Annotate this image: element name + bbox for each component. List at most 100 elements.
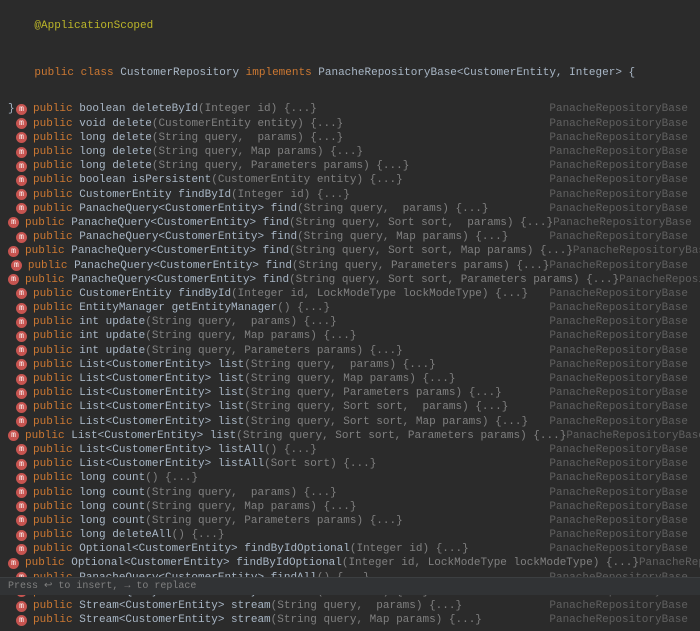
method-row[interactable]: mpublic EntityManager getEntityManager()…	[6, 301, 694, 315]
fold-marker[interactable]: {...}	[317, 330, 357, 342]
override-method-icon[interactable]: m	[16, 232, 27, 243]
method-row[interactable]: mpublic List<CustomerEntity> listAll(Sor…	[6, 457, 694, 471]
method-row[interactable]: mpublic void delete(CustomerEntity entit…	[6, 117, 694, 131]
method-row[interactable]: }mpublic boolean deleteById(Integer id) …	[6, 102, 694, 116]
override-method-icon[interactable]: m	[16, 515, 27, 526]
code-editor[interactable]: @ApplicationScoped public class Customer…	[0, 0, 700, 631]
override-method-icon[interactable]: m	[16, 288, 27, 299]
override-method-icon[interactable]: m	[16, 374, 27, 385]
override-method-icon[interactable]: m	[8, 558, 19, 569]
override-method-icon[interactable]: m	[16, 189, 27, 200]
override-method-icon[interactable]: m	[16, 459, 27, 470]
fold-marker[interactable]: {...}	[489, 288, 529, 300]
override-method-icon[interactable]: m	[16, 331, 27, 342]
fold-marker[interactable]: {...}	[277, 444, 317, 456]
override-method-icon[interactable]: m	[16, 615, 27, 626]
fold-marker[interactable]: {...}	[429, 543, 469, 555]
override-method-icon[interactable]: m	[16, 161, 27, 172]
override-method-icon[interactable]: m	[16, 303, 27, 314]
override-method-icon[interactable]: m	[16, 402, 27, 413]
method-row[interactable]: mpublic long delete(String query, params…	[6, 131, 694, 145]
fold-marker[interactable]: {...}	[304, 118, 344, 130]
override-method-icon[interactable]: m	[16, 544, 27, 555]
method-row[interactable]: mpublic PanacheQuery<CustomerEntity> fin…	[6, 216, 694, 230]
override-method-icon[interactable]: m	[16, 104, 27, 115]
fold-marker[interactable]: {...}	[185, 529, 225, 541]
method-row[interactable]: mpublic CustomerEntity findById(Integer …	[6, 187, 694, 201]
fold-marker[interactable]: {...}	[527, 430, 567, 442]
fold-marker[interactable]: {...}	[158, 472, 198, 484]
fold-marker[interactable]: {...}	[310, 189, 350, 201]
override-method-icon[interactable]: m	[16, 203, 27, 214]
method-row[interactable]: mpublic long deleteAll() {...}PanacheRep…	[6, 528, 694, 542]
method-row[interactable]: mpublic int update(String query, Map par…	[6, 329, 694, 343]
fold-marker[interactable]: {...}	[297, 316, 337, 328]
method-row[interactable]: mpublic List<CustomerEntity> listAll() {…	[6, 443, 694, 457]
method-row[interactable]: mpublic PanacheQuery<CustomerEntity> fin…	[6, 202, 694, 216]
fold-marker[interactable]: {...}	[469, 231, 509, 243]
method-row[interactable]: mpublic PanacheQuery<CustomerEntity> fin…	[6, 258, 694, 272]
fold-marker[interactable]: {...}	[363, 515, 403, 527]
fold-marker[interactable]: {...}	[277, 103, 317, 115]
method-row[interactable]: mpublic long count(String query, Map par…	[6, 500, 694, 514]
override-method-icon[interactable]: m	[16, 416, 27, 427]
override-method-icon[interactable]: m	[16, 501, 27, 512]
override-method-icon[interactable]: m	[16, 444, 27, 455]
method-row[interactable]: mpublic PanacheQuery<CustomerEntity> fin…	[6, 230, 694, 244]
override-method-icon[interactable]: m	[16, 359, 27, 370]
fold-marker[interactable]: {...}	[304, 132, 344, 144]
method-row[interactable]: mpublic Optional<CustomerEntity> findByI…	[6, 556, 694, 570]
override-method-icon[interactable]: m	[8, 274, 19, 285]
method-row[interactable]: mpublic List<CustomerEntity> list(String…	[6, 414, 694, 428]
fold-marker[interactable]: {...}	[533, 245, 573, 257]
method-row[interactable]: mpublic long count(String query, Paramet…	[6, 514, 694, 528]
override-method-icon[interactable]: m	[16, 487, 27, 498]
method-row[interactable]: mpublic Stream<CustomerEntity> stream(St…	[6, 599, 694, 613]
method-row[interactable]: mpublic Optional<CustomerEntity> findByI…	[6, 542, 694, 556]
method-row[interactable]: mpublic List<CustomerEntity> list(String…	[6, 372, 694, 386]
override-method-icon[interactable]: m	[8, 430, 19, 441]
fold-marker[interactable]: {...}	[449, 203, 489, 215]
fold-marker[interactable]: {...}	[370, 160, 410, 172]
override-method-icon[interactable]: m	[16, 473, 27, 484]
method-row[interactable]: mpublic long count() {...}PanacheReposit…	[6, 471, 694, 485]
method-row[interactable]: mpublic long delete(String query, Map pa…	[6, 145, 694, 159]
fold-marker[interactable]: {...}	[416, 373, 456, 385]
method-row[interactable]: mpublic PanacheQuery<CustomerEntity> fin…	[6, 273, 694, 287]
fold-marker[interactable]: {...}	[396, 359, 436, 371]
override-method-icon[interactable]: m	[11, 260, 22, 271]
override-method-icon[interactable]: m	[16, 601, 27, 612]
fold-marker[interactable]: {...}	[462, 387, 502, 399]
fold-marker[interactable]: {...}	[514, 217, 554, 229]
fold-marker[interactable]: {...}	[323, 146, 363, 158]
method-row[interactable]: mpublic boolean isPersistent(CustomerEnt…	[6, 173, 694, 187]
override-method-icon[interactable]: m	[8, 246, 19, 257]
method-row[interactable]: mpublic List<CustomerEntity> list(String…	[6, 429, 694, 443]
override-method-icon[interactable]: m	[16, 345, 27, 356]
override-method-icon[interactable]: m	[16, 175, 27, 186]
fold-marker[interactable]: {...}	[363, 174, 403, 186]
fold-marker[interactable]: {...}	[580, 274, 620, 286]
method-row[interactable]: mpublic long count(String query, params)…	[6, 485, 694, 499]
method-row[interactable]: mpublic CustomerEntity findById(Integer …	[6, 287, 694, 301]
fold-marker[interactable]: {...}	[599, 557, 639, 569]
method-row[interactable]: mpublic int update(String query, params)…	[6, 315, 694, 329]
method-row[interactable]: mpublic int update(String query, Paramet…	[6, 344, 694, 358]
fold-marker[interactable]: {...}	[510, 260, 550, 272]
override-method-icon[interactable]: m	[8, 217, 19, 228]
override-method-icon[interactable]: m	[16, 317, 27, 328]
method-row[interactable]: mpublic PanacheQuery<CustomerEntity> fin…	[6, 244, 694, 258]
fold-marker[interactable]: {...}	[489, 416, 529, 428]
override-method-icon[interactable]: m	[16, 530, 27, 541]
fold-marker[interactable]: {...}	[442, 614, 482, 626]
fold-marker[interactable]: {...}	[469, 401, 509, 413]
override-method-icon[interactable]: m	[16, 118, 27, 129]
method-row[interactable]: mpublic List<CustomerEntity> list(String…	[6, 386, 694, 400]
method-row[interactable]: mpublic Stream<CustomerEntity> stream(St…	[6, 613, 694, 627]
override-method-icon[interactable]: m	[16, 132, 27, 143]
method-row[interactable]: mpublic long delete(String query, Parame…	[6, 159, 694, 173]
fold-marker[interactable]: {...}	[317, 501, 357, 513]
method-row[interactable]: mpublic List<CustomerEntity> list(String…	[6, 358, 694, 372]
fold-marker[interactable]: {...}	[337, 458, 377, 470]
fold-marker[interactable]: {...}	[290, 302, 330, 314]
